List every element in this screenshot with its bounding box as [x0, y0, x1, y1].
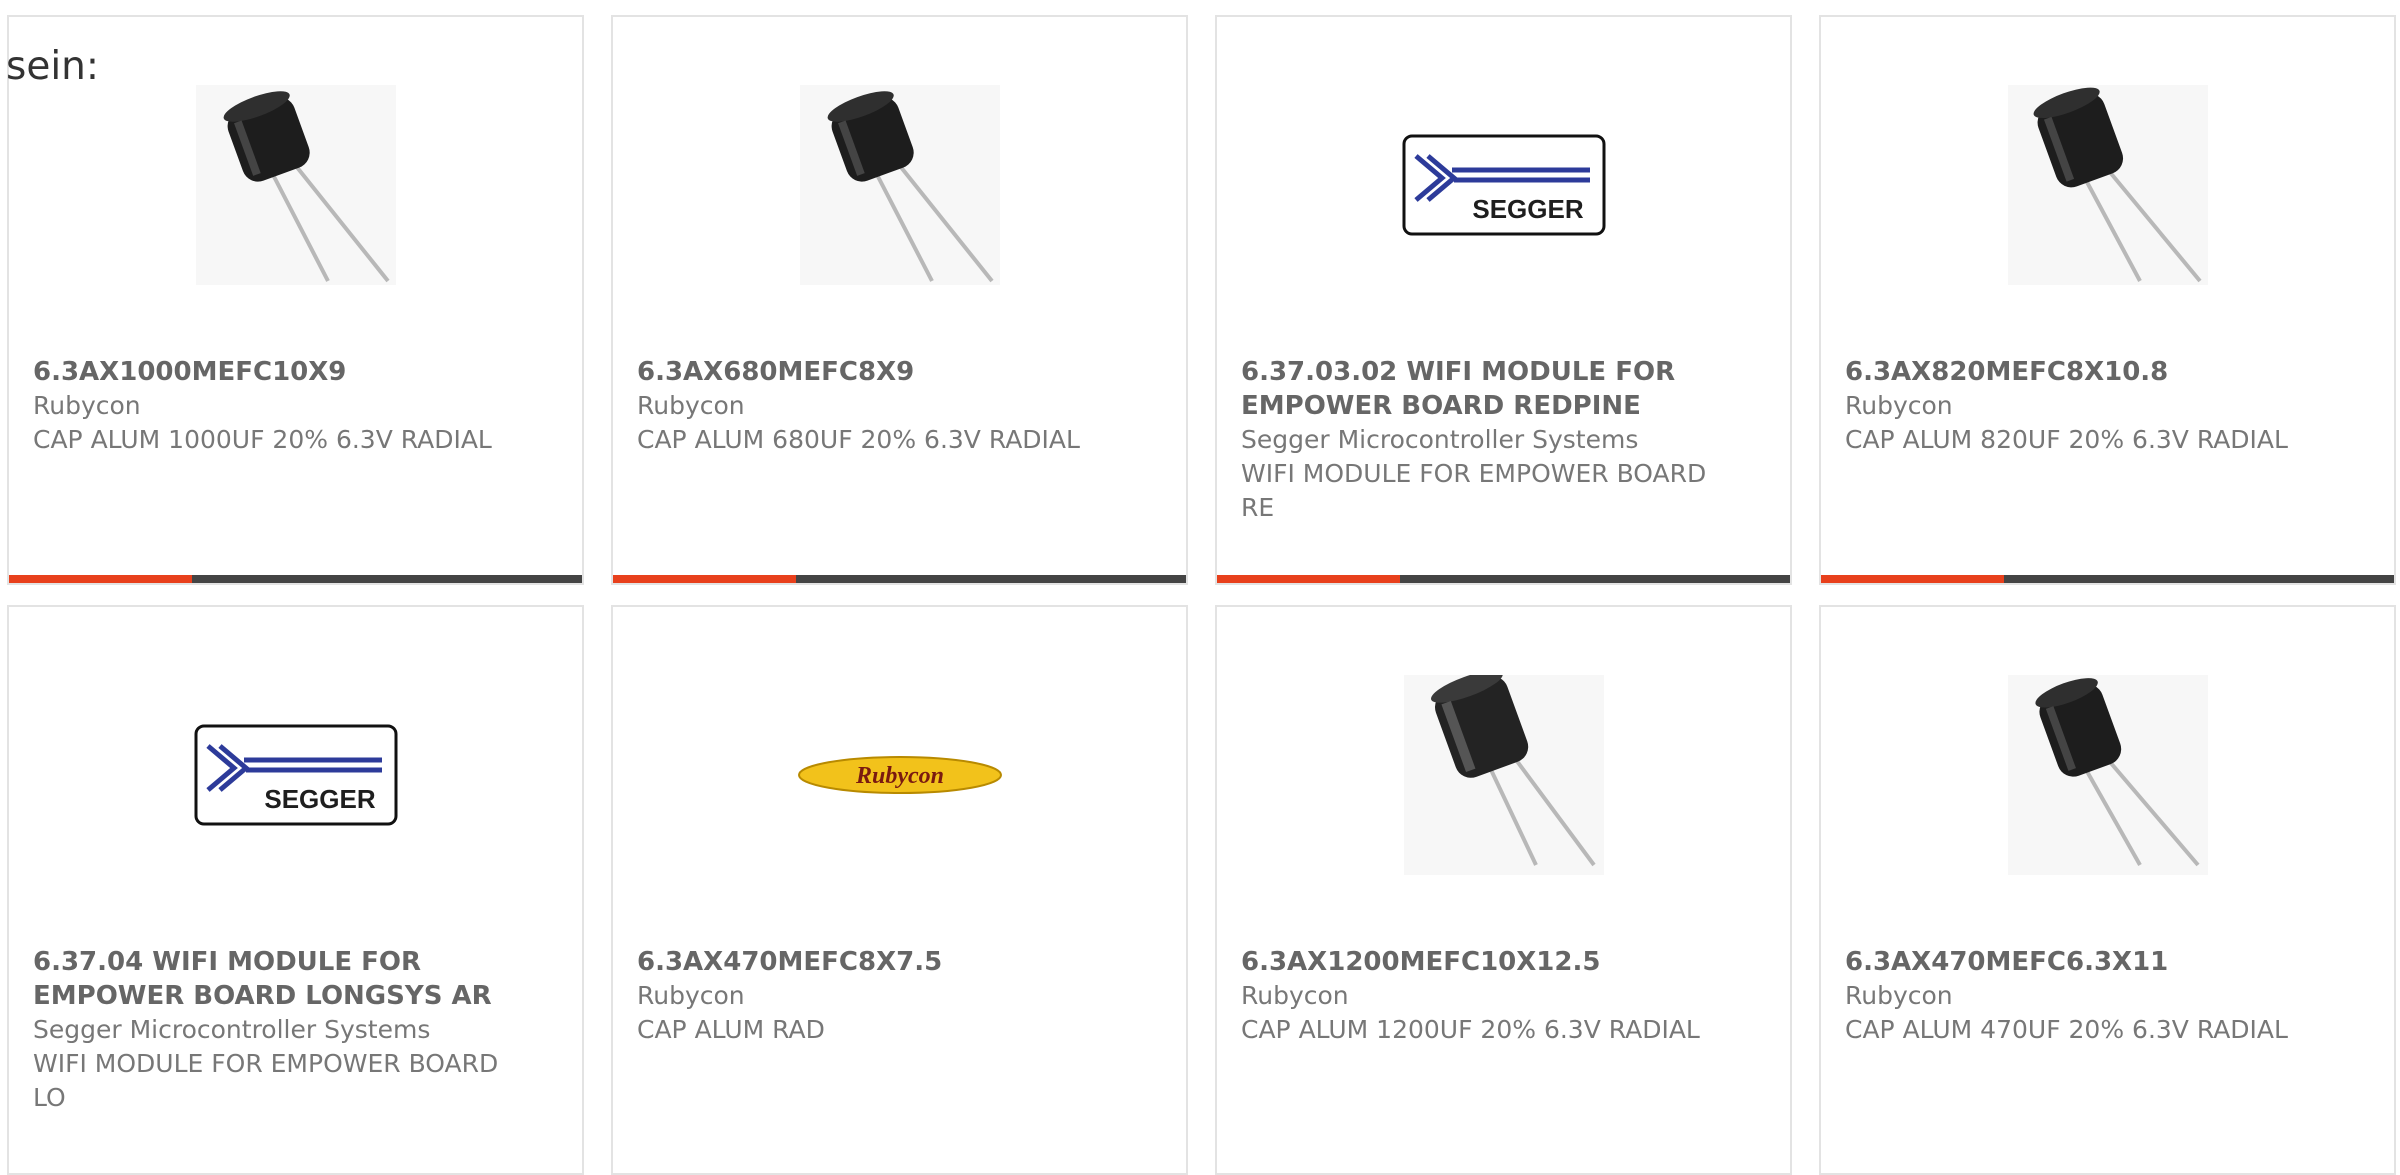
- card-accent-bar: [1217, 575, 1400, 583]
- product-info: 6.3AX470MEFC6.3X11 Rubycon CAP ALUM 470U…: [1845, 945, 2315, 1047]
- capacitor-image: [1403, 675, 1604, 875]
- description: CAP ALUM RAD: [637, 1015, 825, 1044]
- product-image[interactable]: SEGGER: [9, 675, 582, 875]
- product-image[interactable]: [1821, 675, 2394, 875]
- card-bottom-bar: [613, 575, 1186, 583]
- part-number[interactable]: 6.3AX1200MEFC10X12.5: [1241, 945, 1711, 979]
- product-grid: 6.3AX1000MEFC10X9 Rubycon CAP ALUM 1000U…: [7, 15, 2400, 1175]
- manufacturer: Segger Microcontroller Systems: [33, 1015, 431, 1044]
- description: CAP ALUM 820UF 20% 6.3V RADIAL: [1845, 425, 2288, 454]
- product-card[interactable]: 6.3AX1000MEFC10X9 Rubycon CAP ALUM 1000U…: [7, 15, 584, 585]
- description: WIFI MODULE FOR EMPOWER BOARD RE: [1241, 459, 1707, 522]
- segger-logo: SEGGER: [1402, 134, 1605, 236]
- card-accent-bar: [1821, 575, 2004, 583]
- card-bottom-bar: [9, 575, 582, 583]
- product-info: 6.3AX820MEFC8X10.8 Rubycon CAP ALUM 820U…: [1845, 355, 2315, 457]
- segger-logo: SEGGER: [194, 724, 397, 826]
- product-card[interactable]: 6.3AX1200MEFC10X12.5 Rubycon CAP ALUM 12…: [1215, 605, 1792, 1175]
- product-info: 6.3AX680MEFC8X9 Rubycon CAP ALUM 680UF 2…: [637, 355, 1107, 457]
- svg-text:SEGGER: SEGGER: [1472, 194, 1583, 224]
- manufacturer: Rubycon: [637, 391, 745, 420]
- product-info: 6.3AX1000MEFC10X9 Rubycon CAP ALUM 1000U…: [33, 355, 503, 457]
- card-bottom-bar: [1821, 575, 2394, 583]
- capacitor-image: [799, 85, 1000, 285]
- product-card[interactable]: Rubycon 6.3AX470MEFC8X7.5 Rubycon CAP AL…: [611, 605, 1188, 1175]
- product-image[interactable]: SEGGER: [1217, 85, 1790, 285]
- capacitor-image: [2007, 675, 2208, 875]
- product-card[interactable]: SEGGER 6.37.04 WIFI MODULE FOR EMPOWER B…: [7, 605, 584, 1175]
- product-info: 6.3AX1200MEFC10X12.5 Rubycon CAP ALUM 12…: [1241, 945, 1711, 1047]
- manufacturer: Rubycon: [1845, 391, 1953, 420]
- card-accent-bar: [9, 575, 192, 583]
- part-number[interactable]: 6.37.03.02 WIFI MODULE FOR EMPOWER BOARD…: [1241, 355, 1711, 423]
- product-card[interactable]: 6.3AX470MEFC6.3X11 Rubycon CAP ALUM 470U…: [1819, 605, 2396, 1175]
- part-number[interactable]: 6.3AX1000MEFC10X9: [33, 355, 503, 389]
- product-image[interactable]: [1821, 85, 2394, 285]
- description: CAP ALUM 1200UF 20% 6.3V RADIAL: [1241, 1015, 1700, 1044]
- product-image[interactable]: [613, 85, 1186, 285]
- description: CAP ALUM 470UF 20% 6.3V RADIAL: [1845, 1015, 2288, 1044]
- card-bottom-bar: [1217, 575, 1790, 583]
- rubycon-logo: Rubycon: [797, 756, 1002, 794]
- manufacturer: Rubycon: [637, 981, 745, 1010]
- description: CAP ALUM 680UF 20% 6.3V RADIAL: [637, 425, 1080, 454]
- part-number[interactable]: 6.3AX470MEFC6.3X11: [1845, 945, 2315, 979]
- product-card[interactable]: 6.3AX820MEFC8X10.8 Rubycon CAP ALUM 820U…: [1819, 15, 2396, 585]
- part-number[interactable]: 6.37.04 WIFI MODULE FOR EMPOWER BOARD LO…: [33, 945, 503, 1013]
- manufacturer: Rubycon: [1241, 981, 1349, 1010]
- svg-text:Rubycon: Rubycon: [854, 763, 943, 789]
- svg-text:SEGGER: SEGGER: [264, 784, 375, 814]
- product-card[interactable]: SEGGER 6.37.03.02 WIFI MODULE FOR EMPOWE…: [1215, 15, 1792, 585]
- product-image[interactable]: [9, 85, 582, 285]
- capacitor-image: [2007, 85, 2208, 285]
- part-number[interactable]: 6.3AX470MEFC8X7.5: [637, 945, 1107, 979]
- description: WIFI MODULE FOR EMPOWER BOARD LO: [33, 1049, 499, 1112]
- product-info: 6.37.04 WIFI MODULE FOR EMPOWER BOARD LO…: [33, 945, 503, 1115]
- part-number[interactable]: 6.3AX820MEFC8X10.8: [1845, 355, 2315, 389]
- product-image[interactable]: Rubycon: [613, 675, 1186, 875]
- manufacturer: Rubycon: [33, 391, 141, 420]
- manufacturer: Rubycon: [1845, 981, 1953, 1010]
- product-info: 6.3AX470MEFC8X7.5 Rubycon CAP ALUM RAD: [637, 945, 1107, 1047]
- card-accent-bar: [613, 575, 796, 583]
- product-info: 6.37.03.02 WIFI MODULE FOR EMPOWER BOARD…: [1241, 355, 1711, 525]
- description: CAP ALUM 1000UF 20% 6.3V RADIAL: [33, 425, 492, 454]
- product-card[interactable]: 6.3AX680MEFC8X9 Rubycon CAP ALUM 680UF 2…: [611, 15, 1188, 585]
- product-image[interactable]: [1217, 675, 1790, 875]
- manufacturer: Segger Microcontroller Systems: [1241, 425, 1639, 454]
- intro-text: sein:: [6, 44, 100, 89]
- part-number[interactable]: 6.3AX680MEFC8X9: [637, 355, 1107, 389]
- capacitor-image: [195, 85, 396, 285]
